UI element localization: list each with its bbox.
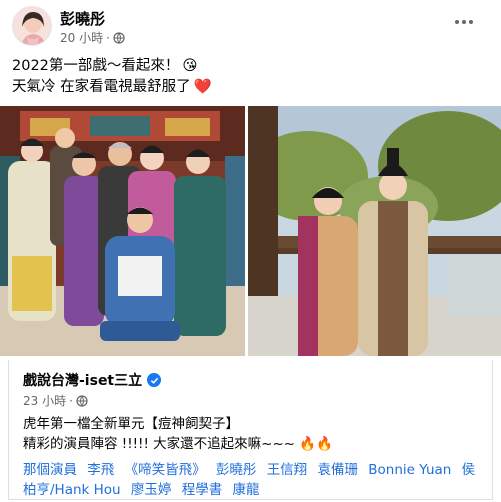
post-text-line-1: 2022第一部戲～看起來！ 😘 xyxy=(12,56,482,77)
tag-link[interactable]: 王信翔 xyxy=(267,462,308,478)
shared-line2: 精彩的演員陣容 !!!!! 大家還不追起來嘛~~~ xyxy=(23,436,296,452)
post-header: 彭曉彤 20 小時 · xyxy=(0,0,501,52)
shared-post-card: 戲說台灣-iset三立 23 小時 · 虎年第一檔全新單元【痘神飼契子】 精彩的… xyxy=(8,360,493,500)
photo-couple-outdoor[interactable] xyxy=(248,106,501,356)
tag-link[interactable]: 《啼笑皆飛》 xyxy=(125,462,206,478)
avatar-image xyxy=(13,7,51,45)
tag-link[interactable]: 程學書 xyxy=(182,482,223,498)
meta-separator: · xyxy=(106,30,110,45)
author-avatar[interactable] xyxy=(12,6,52,46)
more-dot xyxy=(469,20,473,24)
tag-link[interactable]: 李飛 xyxy=(87,462,114,478)
globe-icon xyxy=(113,31,125,44)
post-line1: 2022第一部戲～看起來！ xyxy=(12,58,180,74)
shared-page-name[interactable]: 戲說台灣-iset三立 xyxy=(23,370,142,390)
shared-post-time[interactable]: 23 小時 xyxy=(23,392,66,409)
tag-link[interactable]: 彭曉彤 xyxy=(216,462,257,478)
post-text: 2022第一部戲～看起來！ 😘 天氣冷 在家看電視最舒服了 ❤️ xyxy=(12,56,482,98)
post-line2: 天氣冷 在家看電視最舒服了 xyxy=(12,79,191,95)
tag-link[interactable]: Bonnie Yuan xyxy=(368,462,451,478)
check-icon xyxy=(150,377,158,384)
shared-line2-row: 精彩的演員陣容 !!!!! 大家還不追起來嘛~~~ 🔥🔥 xyxy=(23,434,488,454)
group-photo-image xyxy=(0,106,245,356)
tag-link[interactable]: 袁備珊 xyxy=(317,462,358,478)
more-dot xyxy=(462,20,466,24)
tag-list: 那個演員 李飛 《啼笑皆飛》 彭曉彤 王信翔 袁備珊 Bonnie Yuan 侯… xyxy=(23,460,488,500)
photo-group-cast[interactable] xyxy=(0,106,245,356)
verified-badge-icon xyxy=(147,373,162,387)
tag-link[interactable]: 廖玉婷 xyxy=(131,482,172,498)
globe-icon xyxy=(76,394,88,407)
kiss-emoji-icon: 😘 xyxy=(182,58,198,74)
tag-link[interactable]: 康龍 xyxy=(233,482,260,498)
facebook-post: 彭曉彤 20 小時 · 2022第一部戲～看起來！ 😘 天氣冷 在家看電視最舒服… xyxy=(0,0,501,502)
outdoor-photo-image xyxy=(248,106,501,356)
author-name[interactable]: 彭曉彤 xyxy=(60,8,105,29)
tag-link[interactable]: 那個演員 xyxy=(23,462,77,478)
shared-post-text: 虎年第一檔全新單元【痘神飼契子】 精彩的演員陣容 !!!!! 大家還不追起來嘛~… xyxy=(23,414,488,454)
post-text-line-2: 天氣冷 在家看電視最舒服了 ❤️ xyxy=(12,77,482,98)
heart-emoji-icon: ❤️ xyxy=(193,79,212,95)
meta-separator: · xyxy=(69,393,73,408)
shared-post-meta: 23 小時 · xyxy=(23,392,88,409)
post-time[interactable]: 20 小時 xyxy=(60,29,103,46)
more-options-icon xyxy=(455,20,459,24)
shared-page-name-row: 戲說台灣-iset三立 xyxy=(23,370,162,390)
shared-line1: 虎年第一檔全新單元【痘神飼契子】 xyxy=(23,416,239,432)
more-options-button[interactable] xyxy=(450,10,478,34)
post-meta: 20 小時 · xyxy=(60,29,125,46)
fire-emoji-icon: 🔥🔥 xyxy=(299,436,333,452)
